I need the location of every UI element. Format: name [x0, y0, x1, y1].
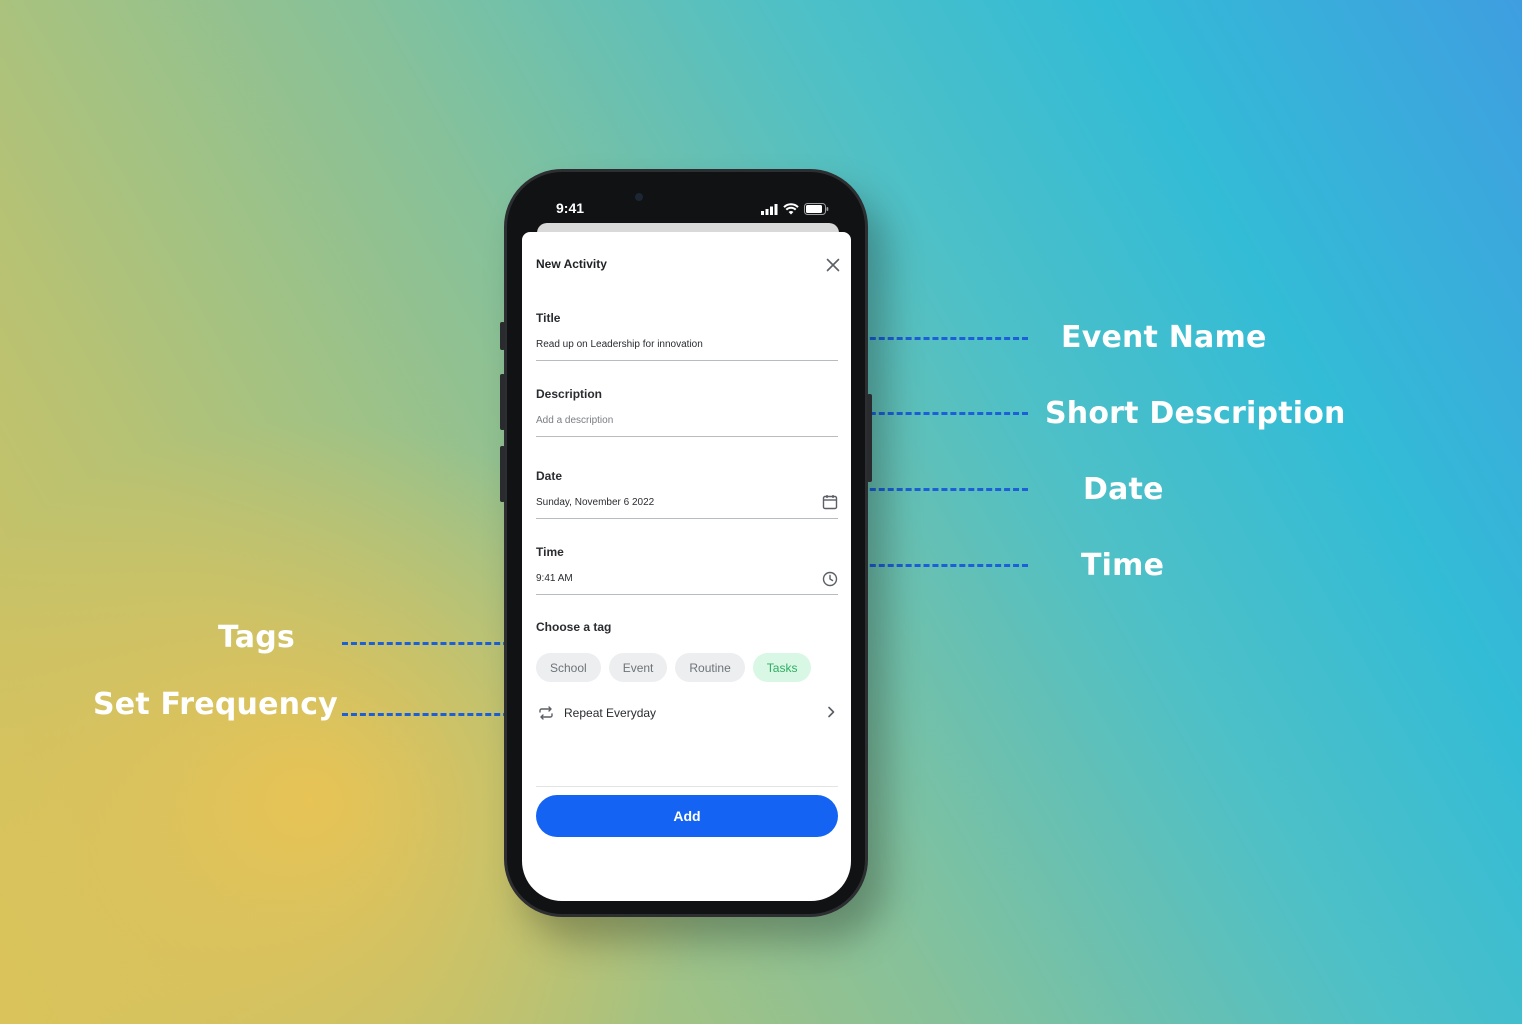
tags-label: Choose a tag: [536, 620, 612, 634]
phone-side-button: [500, 322, 505, 350]
clock-icon[interactable]: [822, 571, 838, 587]
phone-mockup: 9:41 New Activity Title Read up on Leade…: [500, 169, 872, 917]
status-time: 9:41: [556, 200, 585, 216]
tag-event[interactable]: Event: [608, 653, 668, 682]
title-field-value[interactable]: Read up on Leadership for innovation: [536, 339, 703, 350]
time-field-underline: [536, 594, 838, 595]
repeat-frequency-row[interactable]: Repeat Everyday: [536, 702, 838, 724]
annotation-time: Time: [1081, 548, 1165, 583]
phone-power-button: [867, 394, 872, 482]
phone-volume-up-button: [500, 374, 505, 430]
tag-tasks[interactable]: Tasks: [752, 653, 812, 682]
annotation-short-description: Short Description: [1045, 396, 1346, 431]
time-field-label: Time: [536, 545, 564, 559]
tag-list: School Event Routine Tasks: [536, 653, 812, 682]
description-field-label: Description: [536, 387, 603, 401]
date-field[interactable]: Date Sunday, November 6 2022: [536, 469, 838, 521]
annotation-event-name: Event Name: [1061, 320, 1267, 355]
description-field[interactable]: Description Add a description: [536, 387, 838, 439]
date-field-underline: [536, 518, 838, 519]
battery-icon: [804, 203, 829, 215]
add-button[interactable]: Add: [536, 795, 838, 837]
signal-icon: [761, 203, 778, 215]
tag-routine[interactable]: Routine: [675, 653, 745, 682]
time-field[interactable]: Time 9:41 AM: [536, 545, 838, 597]
date-field-value[interactable]: Sunday, November 6 2022: [536, 497, 654, 508]
wifi-icon: [783, 203, 799, 215]
annotation-date: Date: [1083, 472, 1164, 507]
sheet-title: New Activity: [536, 257, 607, 271]
new-activity-sheet: New Activity Title Read up on Leadership…: [522, 232, 851, 901]
title-field-label: Title: [536, 311, 561, 325]
annotation-set-frequency: Set Frequency: [93, 687, 338, 722]
repeat-icon: [539, 706, 553, 720]
description-field-placeholder[interactable]: Add a description: [536, 415, 613, 426]
description-field-underline: [536, 436, 838, 437]
phone-volume-down-button: [500, 446, 505, 502]
time-field-value[interactable]: 9:41 AM: [536, 573, 573, 584]
camera-dot: [635, 193, 643, 201]
annotation-tags: Tags: [218, 620, 295, 655]
bottom-divider: [536, 786, 838, 787]
tag-school[interactable]: School: [536, 653, 601, 682]
calendar-icon[interactable]: [822, 494, 838, 510]
status-icons: [761, 203, 829, 215]
chevron-right-icon[interactable]: [824, 705, 838, 719]
date-field-label: Date: [536, 469, 563, 483]
title-field-underline: [536, 360, 838, 361]
close-icon[interactable]: [826, 258, 840, 272]
title-field[interactable]: Title Read up on Leadership for innovati…: [536, 311, 838, 363]
repeat-label: Repeat Everyday: [564, 706, 657, 720]
